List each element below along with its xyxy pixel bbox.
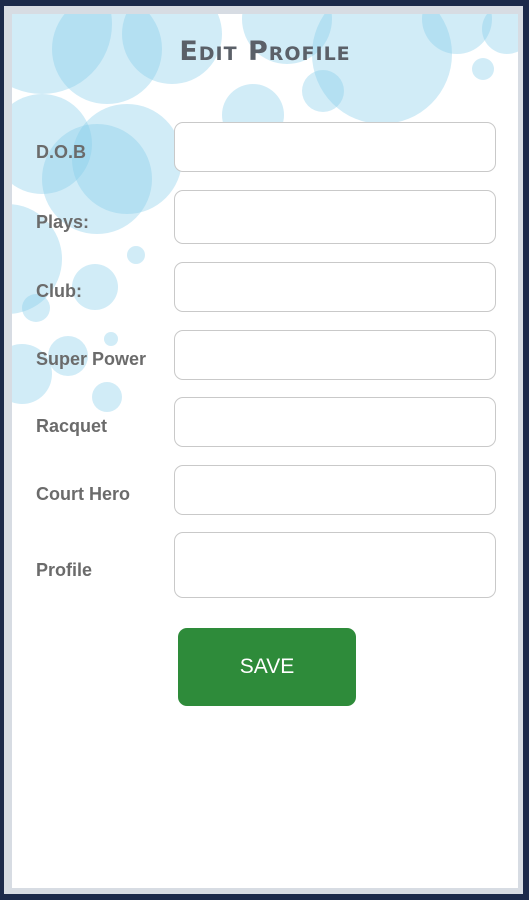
app-frame: Edit Profile D.O.B Plays: Club: Super Po…: [4, 6, 523, 894]
decorative-bubble: [72, 104, 182, 214]
decorative-bubble: [92, 382, 122, 412]
decorative-bubble: [312, 14, 452, 124]
decorative-bubble: [127, 246, 145, 264]
super-power-label: Super Power: [36, 349, 147, 369]
racquet-label: Racquet: [36, 416, 108, 436]
profile-field[interactable]: [174, 532, 496, 598]
dob-label: D.O.B: [36, 142, 87, 162]
save-button[interactable]: SAVE: [178, 628, 356, 706]
profile-label: Profile: [36, 560, 93, 580]
super-power-field[interactable]: [174, 330, 496, 380]
dob-field[interactable]: [174, 122, 496, 172]
club-label: Club:: [36, 281, 82, 301]
plays-field[interactable]: [174, 190, 496, 244]
decorative-bubble: [104, 332, 118, 346]
court-hero-field[interactable]: [174, 465, 496, 515]
racquet-field[interactable]: [174, 397, 496, 447]
plays-label: Plays:: [36, 212, 90, 232]
court-hero-label: Court Hero: [36, 484, 130, 504]
page-title: Edit Profile: [179, 36, 351, 67]
club-field[interactable]: [174, 262, 496, 312]
edit-profile-card: Edit Profile D.O.B Plays: Club: Super Po…: [12, 14, 518, 888]
decorative-bubble: [302, 70, 344, 112]
